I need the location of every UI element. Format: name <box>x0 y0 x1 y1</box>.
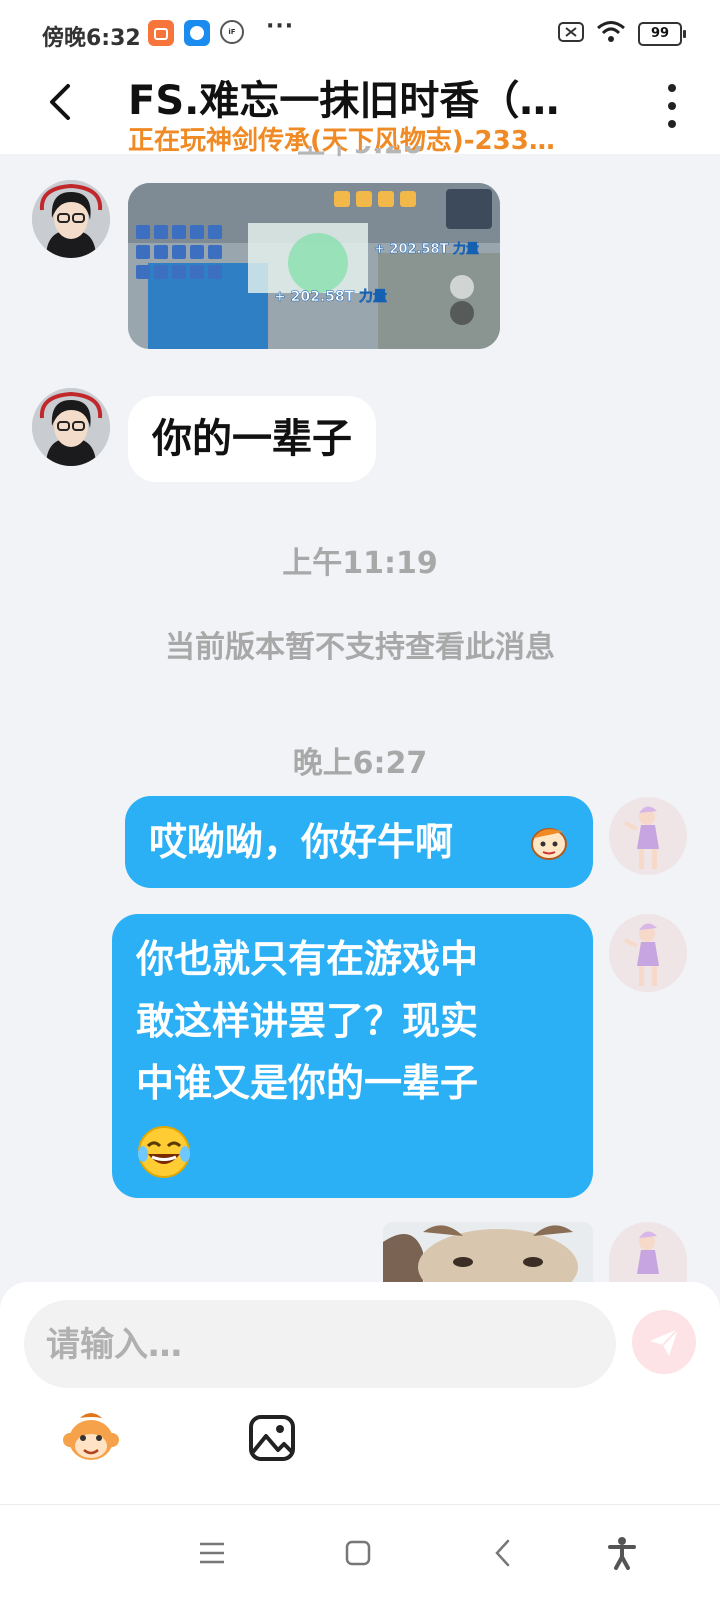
outgoing-message-text: 哎呦呦，你好牛啊 <box>149 820 454 864</box>
sim-off-icon <box>558 21 584 47</box>
message-input[interactable] <box>44 1300 588 1390</box>
cat-meme-image[interactable] <box>383 1222 593 1282</box>
sticker-face-icon <box>529 822 569 862</box>
my-avatar[interactable] <box>609 797 687 875</box>
contact-avatar[interactable] <box>32 180 110 258</box>
message-timestamp: 上午11:19 <box>282 546 438 581</box>
image-icon <box>249 1415 295 1461</box>
message-timestamp: 晚上6:27 <box>292 746 428 781</box>
outgoing-message-line: 中谁又是你的一辈子 <box>136 1061 479 1105</box>
monkey-emoji-icon <box>63 1413 119 1460</box>
square-home-icon <box>345 1540 371 1566</box>
menu-nav-button[interactable] <box>194 1535 230 1571</box>
game-overlay-text-1: + 202.58T 力量 <box>374 241 479 257</box>
accessibility-icon <box>608 1537 636 1570</box>
send-icon <box>650 1328 679 1356</box>
accessibility-button[interactable] <box>604 1535 640 1571</box>
message-input-container[interactable] <box>24 1300 616 1390</box>
my-avatar[interactable] <box>609 914 687 992</box>
contact-avatar[interactable] <box>32 388 110 466</box>
wifi-icon <box>596 20 626 48</box>
chat-header: FS.难忘一抹旧时香（… 正在玩神剑传承(天下风物志)-233… <box>0 66 720 156</box>
outgoing-message-bubble[interactable]: 你也就只有在游戏中 敢这样讲罢了？现实 中谁又是你的一辈子 <box>112 914 593 1198</box>
chat-title: FS.难忘一抹旧时香（… <box>128 78 560 124</box>
more-options-button[interactable] <box>664 84 680 128</box>
back-button[interactable] <box>40 80 84 124</box>
outgoing-message-line: 你也就只有在游戏中 <box>136 937 479 981</box>
input-panel <box>0 1282 720 1504</box>
bubble-app-icon <box>184 20 210 46</box>
battery-indicator: 99 <box>638 22 686 46</box>
home-nav-button[interactable] <box>340 1535 376 1571</box>
send-button[interactable] <box>632 1310 696 1374</box>
back-nav-button[interactable] <box>486 1535 522 1571</box>
my-avatar[interactable] <box>609 1222 687 1282</box>
emoji-button[interactable] <box>62 1410 120 1468</box>
image-picker-button[interactable] <box>248 1414 296 1462</box>
outgoing-message-line: 敢这样讲罢了？现实 <box>136 999 479 1043</box>
menu-icon <box>200 1542 224 1564</box>
game-screenshot-image[interactable]: + 202.58T 力量 + 202.58T 力量 <box>128 183 500 349</box>
game-overlay-text-2: + 202.58T 力量 <box>274 288 387 305</box>
laughing-tears-emoji-icon <box>136 1124 192 1180</box>
iflytek-icon: iF <box>220 20 244 44</box>
mi-store-icon <box>148 20 174 46</box>
system-nav-bar <box>0 1504 720 1601</box>
outgoing-message-bubble[interactable]: 哎呦呦，你好牛啊 <box>125 796 593 888</box>
unsupported-message-notice: 当前版本暂不支持查看此消息 <box>165 630 555 665</box>
back-chevron-icon <box>495 1539 510 1567</box>
status-time: 傍晚6:32 <box>42 26 141 51</box>
status-bar: 傍晚6:32 iF ··· 99 <box>0 0 720 66</box>
incoming-message-bubble[interactable]: 你的一辈子 <box>128 396 376 482</box>
status-more-dots: ··· <box>266 14 295 39</box>
chevron-left-icon <box>50 84 70 120</box>
